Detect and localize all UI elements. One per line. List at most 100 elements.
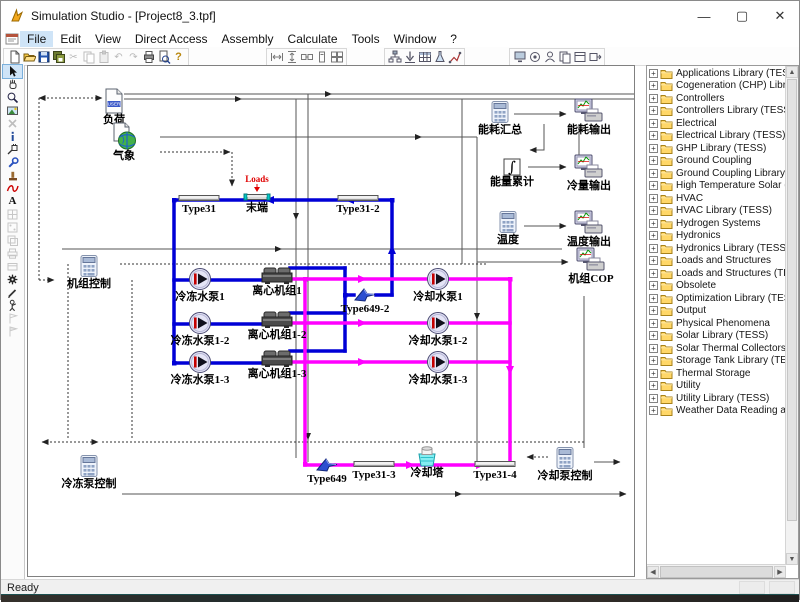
tree-item[interactable]: + Hydrogen Systems [647, 217, 786, 230]
component-load-reader[interactable]: 负荷 [82, 88, 146, 126]
expand-plus-icon[interactable]: + [649, 269, 658, 278]
component-terminal[interactable]: Loads 末端 [225, 174, 289, 214]
tile-windows-icon[interactable] [329, 50, 344, 65]
menu-calculate[interactable]: Calculate [281, 31, 345, 47]
expand-plus-icon[interactable]: + [649, 181, 658, 190]
tree-item[interactable]: + Applications Library (TESS) [647, 67, 786, 80]
expand-plus-icon[interactable]: + [649, 344, 658, 353]
hierarchy-icon[interactable] [387, 50, 402, 65]
text-tool-icon[interactable]: A [3, 195, 22, 208]
title-bar[interactable]: Simulation Studio - [Project8_3.tpf] — ▢… [1, 1, 799, 32]
close-button[interactable]: ✕ [761, 2, 799, 31]
tree-item[interactable]: + Cogeneration (CHP) Library (TESS) [647, 80, 786, 93]
expand-plus-icon[interactable]: + [649, 119, 658, 128]
tree-item[interactable]: + Electrical [647, 117, 786, 130]
flask-icon[interactable] [432, 50, 447, 65]
menu-assembly[interactable]: Assembly [215, 31, 281, 47]
component-temperature[interactable]: 温度 [476, 210, 540, 246]
grid-b-icon[interactable] [3, 221, 22, 234]
tree-item[interactable]: + Electrical Library (TESS) [647, 130, 786, 143]
tree-item[interactable]: + Hydronics Library (TESS) [647, 242, 786, 255]
expand-plus-icon[interactable]: + [649, 356, 658, 365]
build-tool-icon[interactable] [3, 299, 22, 312]
menu-tools[interactable]: Tools [345, 31, 387, 47]
tree-item[interactable]: + High Temperature Solar (TESS) [647, 180, 786, 193]
expand-plus-icon[interactable]: + [649, 81, 658, 90]
view-options-icon[interactable] [527, 50, 542, 65]
maximize-button[interactable]: ▢ [723, 2, 761, 31]
connect-tool-icon[interactable] [3, 143, 22, 156]
download-arrow-icon[interactable] [402, 50, 417, 65]
component-chiller-1-3[interactable]: 离心机组1-3 [245, 348, 309, 380]
component-energy-integrator[interactable]: 能量累计 [480, 158, 544, 188]
expand-plus-icon[interactable]: + [649, 381, 658, 390]
vertical-scroll-thumb[interactable] [787, 79, 797, 521]
expand-plus-icon[interactable]: + [649, 331, 658, 340]
tree-item[interactable]: + Physical Phenomena [647, 317, 786, 330]
settings-gear-icon[interactable] [3, 273, 22, 286]
component-energy-summary[interactable]: 能耗汇总 [468, 100, 532, 136]
component-chw-pump-1-2[interactable]: 冷冻水泵1-2 [168, 311, 232, 347]
tree-item[interactable]: + HVAC [647, 192, 786, 205]
tree-item[interactable]: + Ground Coupling Library (TESS) [647, 167, 786, 180]
fit-height-icon[interactable] [284, 50, 299, 65]
tree-item[interactable]: + Output [647, 305, 786, 318]
signal-tool-icon[interactable] [3, 182, 22, 195]
expand-plus-icon[interactable]: + [649, 231, 658, 240]
mdi-document-icon[interactable] [5, 33, 20, 46]
tree-item[interactable]: + GHP Library (TESS) [647, 142, 786, 155]
expand-plus-icon[interactable]: + [649, 169, 658, 178]
tree-item[interactable]: + Thermal Storage [647, 367, 786, 380]
menu-view[interactable]: View [88, 31, 128, 47]
select-tool-icon[interactable] [3, 65, 22, 78]
print-icon[interactable] [141, 50, 156, 65]
component-chw-pump-control[interactable]: 冷冻泵控制 [57, 454, 121, 490]
expand-plus-icon[interactable]: + [649, 194, 658, 203]
expand-plus-icon[interactable]: + [649, 281, 658, 290]
tree-item[interactable]: + Obsolete [647, 280, 786, 293]
expand-plus-icon[interactable]: + [649, 319, 658, 328]
export-icon[interactable] [587, 50, 602, 65]
layers-icon[interactable] [3, 234, 22, 247]
tree-item[interactable]: + Utility [647, 380, 786, 393]
print-preview-icon[interactable] [156, 50, 171, 65]
component-weather-reader[interactable]: 气象 [92, 122, 156, 162]
component-chw-pump-1[interactable]: 冷冻水泵1 [168, 267, 232, 303]
menu-help[interactable]: ? [443, 31, 464, 47]
link-frames-icon[interactable] [299, 50, 314, 65]
horizontal-scroll-thumb[interactable] [660, 566, 773, 578]
pen-tool-icon[interactable] [3, 286, 22, 299]
expand-plus-icon[interactable]: + [649, 244, 658, 253]
component-unit-cop[interactable]: 机组COP [559, 247, 623, 285]
expand-plus-icon[interactable]: + [649, 306, 658, 315]
expand-plus-icon[interactable]: + [649, 131, 658, 140]
expand-plus-icon[interactable]: + [649, 94, 658, 103]
zoom-frame-icon[interactable] [314, 50, 329, 65]
scroll-down-icon[interactable]: ▼ [786, 553, 798, 565]
tree-item[interactable]: + Solar Thermal Collectors [647, 342, 786, 355]
redo-icon[interactable]: ↷ [126, 50, 141, 65]
pan-hand-icon[interactable] [3, 78, 22, 91]
tree-item[interactable]: + Weather Data Reading and Process [647, 405, 786, 418]
component-unit-control[interactable]: 机组控制 [57, 254, 121, 290]
fit-width-icon[interactable] [269, 50, 284, 65]
save-all-icon[interactable] [51, 50, 66, 65]
tree-item[interactable]: + Optimization Library (TESS) [647, 292, 786, 305]
expand-plus-icon[interactable]: + [649, 369, 658, 378]
flag-b-icon[interactable] [3, 325, 22, 338]
tree-item[interactable]: + Storage Tank Library (TESS) [647, 355, 786, 368]
expand-plus-icon[interactable]: + [649, 294, 658, 303]
snapshot-icon[interactable] [3, 104, 22, 117]
flag-a-icon[interactable] [3, 312, 22, 325]
info-tool-icon[interactable] [3, 130, 22, 143]
component-type31[interactable]: Type31 [167, 193, 231, 215]
copy-icon[interactable] [81, 50, 96, 65]
tree-vertical-scrollbar[interactable]: ▲ ▼ [785, 66, 798, 565]
new-icon[interactable] [6, 50, 21, 65]
expand-plus-icon[interactable]: + [649, 394, 658, 403]
component-energy-output[interactable]: 能耗输出 [557, 98, 621, 136]
menu-direct-access[interactable]: Direct Access [128, 31, 215, 47]
tree-horizontal-scrollbar[interactable]: ◀ ▶ [647, 564, 786, 578]
tree-item[interactable]: + Loads and Structures (TESS) [647, 267, 786, 280]
scroll-up-icon[interactable]: ▲ [786, 66, 798, 78]
